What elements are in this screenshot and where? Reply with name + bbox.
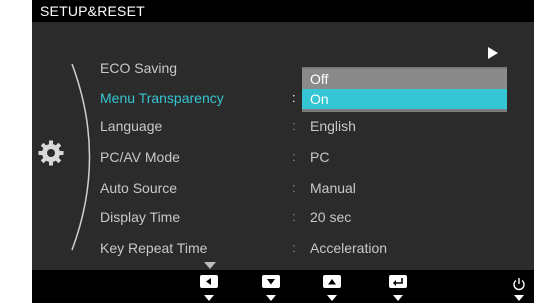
triangle-right-icon[interactable] — [488, 47, 498, 59]
menu-item-eco-saving[interactable]: ECO Saving — [100, 60, 177, 76]
menu-item-auto-source[interactable]: Auto Source — [100, 180, 177, 196]
button-guide-bar — [32, 270, 534, 303]
triangle-down-icon — [327, 295, 337, 301]
menu-title: SETUP&RESET — [40, 3, 145, 19]
menu-item-menu-transparency[interactable]: Menu Transparency — [100, 90, 224, 106]
triangle-down-icon — [514, 295, 524, 301]
value-display-time: 20 sec — [310, 209, 352, 225]
menu-item-pc-av-mode[interactable]: PC/AV Mode — [100, 149, 180, 165]
osd-menu: SETUP&RESET ECO Saving Menu Transparency… — [32, 0, 534, 303]
title-bar: SETUP&RESET — [32, 0, 534, 22]
gear-icon — [38, 140, 64, 166]
value-language: English — [310, 118, 356, 134]
triangle-down-indicator-icon — [204, 262, 216, 269]
value-separator: : — [292, 149, 296, 164]
value-auto-source: Manual — [310, 180, 356, 196]
value-separator: : — [292, 180, 296, 195]
menu-item-language[interactable]: Language — [100, 118, 162, 134]
up-arrow-icon[interactable] — [323, 275, 341, 288]
left-arrow-icon[interactable] — [200, 275, 218, 288]
down-arrow-icon[interactable] — [262, 275, 280, 288]
triangle-down-icon — [393, 295, 403, 301]
value-separator: : — [292, 240, 296, 255]
value-separator: : — [292, 209, 296, 224]
triangle-down-icon — [266, 295, 276, 301]
menu-arc-decoration — [71, 63, 91, 251]
value-pc-av-mode: PC — [310, 149, 330, 165]
value-separator: : — [292, 118, 296, 133]
power-icon[interactable] — [512, 277, 526, 291]
dropdown-option-on[interactable]: On — [302, 89, 507, 109]
menu-item-key-repeat-time[interactable]: Key Repeat Time — [100, 240, 207, 256]
value-separator: : — [292, 90, 296, 105]
menu-item-display-time[interactable]: Display Time — [100, 209, 180, 225]
triangle-down-icon — [204, 295, 214, 301]
value-key-repeat-time: Acceleration — [310, 240, 388, 256]
dropdown-option-off[interactable]: Off — [302, 69, 507, 89]
enter-icon[interactable] — [389, 275, 407, 288]
